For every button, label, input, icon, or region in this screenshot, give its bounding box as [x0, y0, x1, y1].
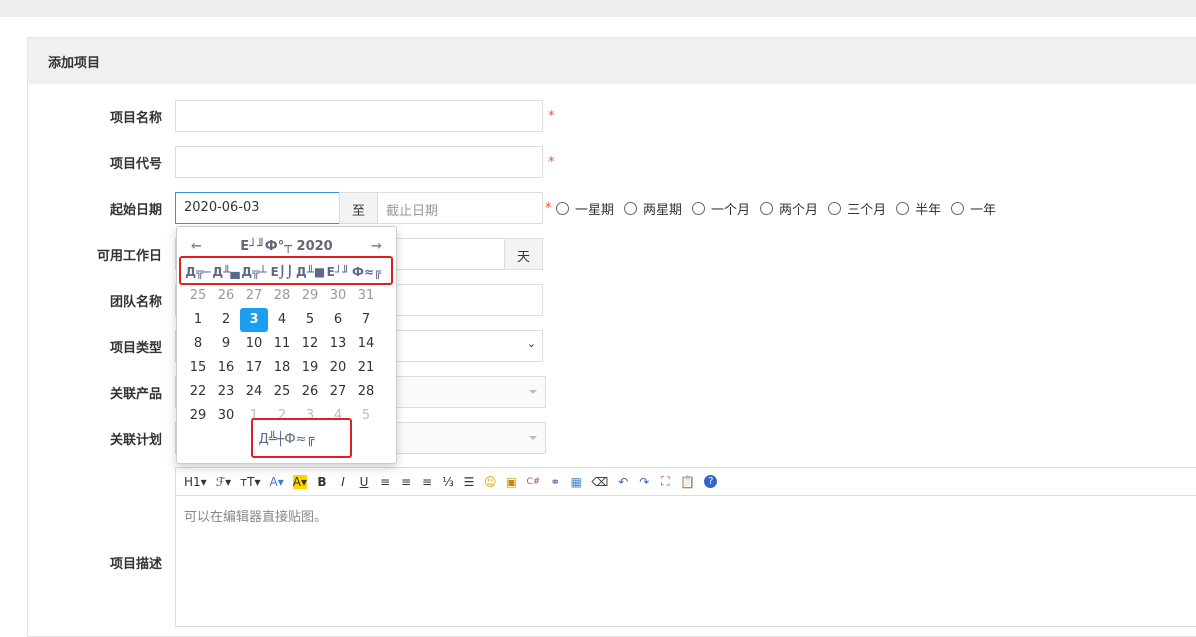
emoji-icon[interactable]: ☺ [484, 475, 497, 489]
top-band [0, 0, 1196, 17]
align-left-button[interactable]: ≡ [379, 475, 391, 489]
calendar-day[interactable]: 27 [324, 380, 352, 404]
heading-button[interactable]: H1▾ [184, 475, 207, 489]
calendar-day[interactable]: 29 [296, 284, 324, 308]
days-unit: 天 [504, 238, 543, 270]
next-month-button[interactable]: → [371, 239, 382, 254]
calendar-day[interactable]: 11 [268, 332, 296, 356]
name-label: 项目名称 [109, 111, 162, 126]
duration-radio[interactable]: 一星期 [556, 199, 614, 218]
required-mark: * [545, 201, 552, 216]
calendar-day[interactable]: 4 [268, 308, 296, 332]
to-label: 至 [339, 192, 378, 224]
undo-icon[interactable]: ↶ [617, 475, 629, 489]
duration-radio[interactable]: 两星期 [624, 199, 682, 218]
table-icon[interactable]: ▦ [570, 475, 582, 489]
calendar-day[interactable]: 24 [240, 380, 268, 404]
image-icon[interactable]: ▣ [505, 475, 517, 489]
align-center-button[interactable]: ≡ [400, 475, 412, 489]
calendar-day[interactable]: 28 [268, 284, 296, 308]
duration-radio[interactable]: 一年 [951, 199, 996, 218]
calendar-day[interactable]: 25 [268, 380, 296, 404]
project-code-input[interactable] [175, 146, 543, 178]
editor-toolbar: H1▾ ℱ▾ тT▾ A▾ A▾ B I U ≡ ≡ ≡ ⅓ ☰ ☺ ▣ C# … [176, 468, 1196, 496]
calendar-day[interactable]: 13 [324, 332, 352, 356]
code-icon[interactable]: C# [526, 477, 540, 487]
calendar-day[interactable]: 25 [184, 284, 212, 308]
required-mark: * [548, 109, 555, 124]
calendar-day[interactable]: 23 [212, 380, 240, 404]
calendar-day[interactable]: 30 [212, 404, 240, 428]
ordered-list-button[interactable]: ⅓ [442, 475, 454, 489]
highlight-box [251, 418, 352, 458]
calendar-day[interactable]: 22 [184, 380, 212, 404]
font-button[interactable]: ℱ▾ [216, 475, 231, 489]
required-mark: * [548, 155, 555, 170]
calendar-day[interactable]: 26 [212, 284, 240, 308]
calendar-day[interactable]: 26 [296, 380, 324, 404]
duration-radio[interactable]: 一个月 [692, 199, 750, 218]
duration-radio[interactable]: 三个月 [828, 199, 886, 218]
description-editor[interactable]: H1▾ ℱ▾ тT▾ A▾ A▾ B I U ≡ ≡ ≡ ⅓ ☰ ☺ ▣ C# … [175, 467, 1196, 627]
calendar-day[interactable]: 5 [352, 404, 380, 428]
month-title[interactable]: Е┘╜Ф°┬ 2020 [240, 239, 332, 254]
calendar-day[interactable]: 19 [296, 356, 324, 380]
link-icon[interactable]: ⚭ [549, 475, 561, 489]
project-name-input[interactable] [175, 100, 543, 132]
calendar-day[interactable]: 1 [184, 308, 212, 332]
begin-date-input[interactable]: 2020-06-03 [175, 192, 340, 224]
duration-options: 一星期 两星期 一个月 两个月 三个月 半年 一年 [556, 199, 996, 218]
workdays-label: 可用工作日 [96, 249, 162, 264]
plan-label: 关联计划 [109, 433, 162, 448]
calendar-day[interactable]: 7 [352, 308, 380, 332]
fullscreen-icon[interactable]: ⛶ [659, 474, 671, 489]
code-label: 项目代号 [109, 157, 162, 172]
calendar-day[interactable]: 29 [184, 404, 212, 428]
calendar-day[interactable]: 16 [212, 356, 240, 380]
product-label: 关联产品 [109, 387, 162, 402]
duration-radio[interactable]: 半年 [896, 199, 941, 218]
prev-month-button[interactable]: ← [191, 239, 202, 254]
redo-icon[interactable]: ↷ [638, 475, 650, 489]
help-icon[interactable]: ? [704, 475, 718, 488]
calendar-day[interactable]: 27 [240, 284, 268, 308]
calendar-day[interactable]: 31 [352, 284, 380, 308]
bold-button[interactable]: B [316, 475, 328, 489]
italic-button[interactable]: I [337, 475, 349, 489]
highlight-box [179, 256, 393, 285]
calendar-day[interactable]: 15 [184, 356, 212, 380]
date-label: 起始日期 [109, 203, 162, 218]
desc-label: 项目描述 [109, 557, 162, 572]
editor-placeholder: 可以在编辑器直接贴图。 [184, 510, 328, 525]
calendar-day[interactable]: 21 [352, 356, 380, 380]
calendar-day[interactable]: 12 [296, 332, 324, 356]
team-label: 团队名称 [109, 295, 162, 310]
end-date-input[interactable]: 截止日期 [377, 192, 543, 224]
calendar-day[interactable]: 9 [212, 332, 240, 356]
calendar-day[interactable]: 28 [352, 380, 380, 404]
duration-radio[interactable]: 两个月 [760, 199, 818, 218]
calendar-day[interactable]: 8 [184, 332, 212, 356]
calendar-day[interactable]: 17 [240, 356, 268, 380]
calendar-grid: Д╦─ Д╨▄ Д╦┴ Е⌡⌡ Д╨■ Е┘╜ Ф≈╔ 25 26 27 28 29 30 31 1 2 3 4 5… [177, 260, 396, 428]
page-title: 添加项目 [28, 38, 1196, 84]
align-right-button[interactable]: ≡ [421, 475, 433, 489]
calendar-day[interactable]: 3 [240, 308, 268, 332]
calendar-day[interactable]: 30 [324, 284, 352, 308]
calendar-day[interactable]: 20 [324, 356, 352, 380]
font-size-button[interactable]: тT▾ [240, 475, 260, 489]
calendar-day[interactable]: 6 [324, 308, 352, 332]
calendar-day[interactable]: 2 [212, 308, 240, 332]
calendar-day[interactable]: 5 [296, 308, 324, 332]
calendar-day[interactable]: 14 [352, 332, 380, 356]
underline-button[interactable]: U [358, 475, 370, 489]
paste-icon[interactable]: 📋 [680, 475, 695, 489]
unordered-list-button[interactable]: ☰ [463, 475, 475, 489]
highlight-button[interactable]: A▾ [292, 474, 307, 489]
calendar-day[interactable]: 10 [240, 332, 268, 356]
type-label: 项目类型 [109, 341, 162, 356]
eraser-icon[interactable]: ⌫ [591, 475, 608, 489]
font-color-button[interactable]: A▾ [270, 475, 284, 489]
calendar-day[interactable]: 18 [268, 356, 296, 380]
